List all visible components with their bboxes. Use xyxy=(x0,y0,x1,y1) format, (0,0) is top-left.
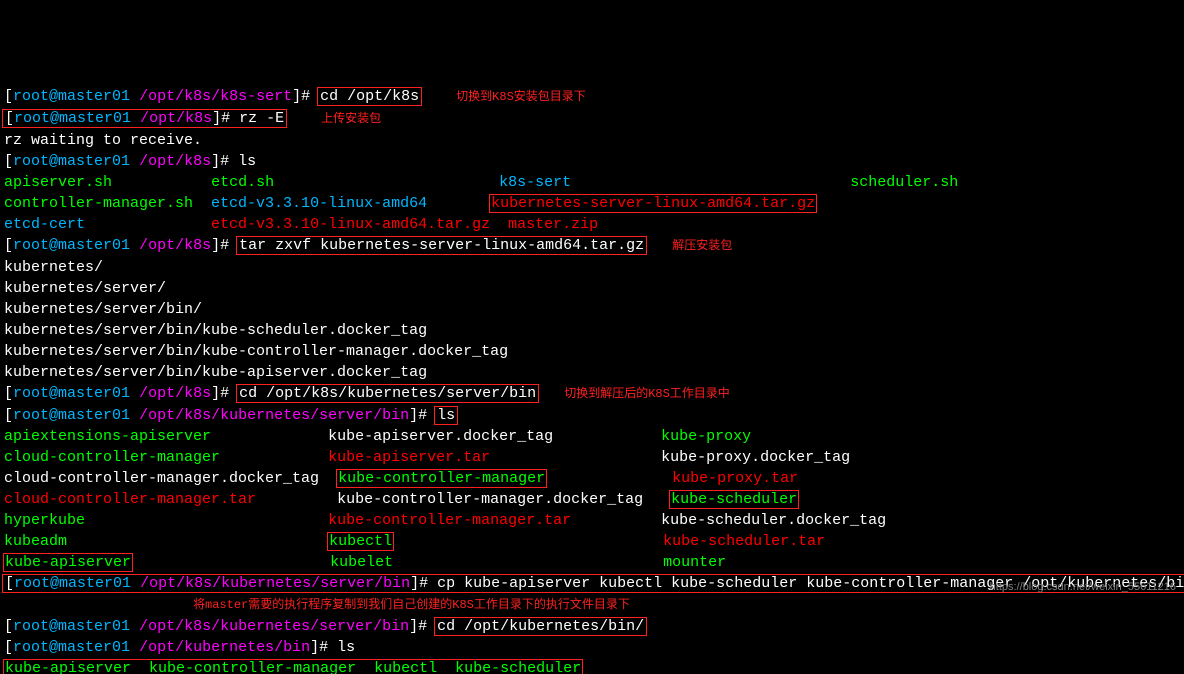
close-bracket: ]# xyxy=(292,88,310,105)
path: /opt/k8s/kubernetes/server/bin xyxy=(140,575,410,592)
filebox-kcm: kube-controller-manager xyxy=(336,469,547,488)
file: kube-proxy.docker_tag xyxy=(661,449,850,466)
dir: k8s-sert xyxy=(499,174,571,191)
annot-3: 解压安装包 xyxy=(672,239,732,253)
filebox-kubernetes-tgz: kubernetes-server-linux-amd64.tar.gz xyxy=(489,194,817,213)
file: apiserver.sh xyxy=(4,174,112,191)
tar-out: kubernetes/server/bin/kube-controller-ma… xyxy=(4,343,508,360)
path: /opt/k8s xyxy=(139,153,211,170)
cmd-rz: rz -E xyxy=(239,110,284,127)
close-bracket: ]# xyxy=(409,407,427,424)
cmd-ls2: ls xyxy=(434,406,458,425)
bracket: [ xyxy=(4,407,13,424)
annot-5: 将master需要的执行程序复制到我们自己创建的K8S工作目录下的执行文件目录下 xyxy=(193,598,630,612)
bracket: [ xyxy=(5,575,14,592)
userhost: root@master01 xyxy=(13,618,130,635)
filebox-final: kube-apiserver kube-controller-manager k… xyxy=(3,659,583,674)
annot-4: 切换到解压后的K8S工作目录中 xyxy=(564,387,730,401)
file: cloud-controller-manager xyxy=(4,449,220,466)
file: hyperkube xyxy=(4,512,85,529)
file: apiextensions-apiserver xyxy=(4,428,211,445)
path: /opt/k8s xyxy=(139,385,211,402)
path: /opt/k8s/kubernetes/server/bin xyxy=(139,618,409,635)
path: /opt/k8s/kubernetes/server/bin xyxy=(139,407,409,424)
watermark: https://blog.csdn.net/weixin_55611216 xyxy=(990,577,1176,598)
bracket: [ xyxy=(4,237,13,254)
cmd-tar: tar zxvf kubernetes-server-linux-amd64.t… xyxy=(236,236,647,255)
path: /opt/k8s xyxy=(139,237,211,254)
bracket: [ xyxy=(4,618,13,635)
bracket: [ xyxy=(5,110,14,127)
file: master.zip xyxy=(508,216,598,233)
file: kube-apiserver.docker_tag xyxy=(328,428,553,445)
rz-wait: rz waiting to receive. xyxy=(4,132,202,149)
path: /opt/kubernetes/bin xyxy=(139,639,310,656)
bracket: [ xyxy=(4,153,13,170)
file: kube-scheduler xyxy=(671,491,797,508)
file: kubectl xyxy=(329,533,392,550)
file: kube-apiserver xyxy=(5,554,131,571)
tar-out: kubernetes/server/bin/ xyxy=(4,301,202,318)
dir: etcd-cert xyxy=(4,216,85,233)
file: controller-manager.sh xyxy=(4,195,193,212)
file: kube-controller-manager xyxy=(338,470,545,487)
annot-1: 切换到K8S安装包目录下 xyxy=(456,90,586,104)
file: kubectl xyxy=(374,660,437,674)
bracket: [ xyxy=(4,88,13,105)
cmd-cd-k8s: cd /opt/k8s xyxy=(317,87,422,106)
close-bracket: ]# xyxy=(409,618,427,635)
annot-2: 上传安装包 xyxy=(321,112,381,126)
cmd-ls: ls xyxy=(238,153,256,170)
close-bracket: ]# xyxy=(212,110,230,127)
file: scheduler.sh xyxy=(850,174,958,191)
userhost: root@master01 xyxy=(13,385,130,402)
filebox-apiserver: kube-apiserver xyxy=(3,553,133,572)
userhost: root@master01 xyxy=(13,237,130,254)
close-bracket: ]# xyxy=(211,237,229,254)
path: /opt/k8s/k8s-sert xyxy=(139,88,292,105)
file: kube-scheduler.tar xyxy=(663,533,825,550)
file: kube-controller-manager.tar xyxy=(328,512,571,529)
file: kube-controller-manager.docker_tag xyxy=(337,491,643,508)
file: kube-scheduler.docker_tag xyxy=(661,512,886,529)
tar-out: kubernetes/ xyxy=(4,259,103,276)
tar-out: kubernetes/server/ xyxy=(4,280,166,297)
close-bracket: ]# xyxy=(211,385,229,402)
file: kube-controller-manager xyxy=(149,660,356,674)
bracket: [ xyxy=(4,385,13,402)
close-bracket: ]# xyxy=(410,575,428,592)
cmd-ls3: ls xyxy=(337,639,355,656)
cmd-cd-kbin: cd /opt/kubernetes/bin/ xyxy=(434,617,647,636)
filebox-kubectl: kubectl xyxy=(327,532,394,551)
file: kube-proxy xyxy=(661,428,751,445)
close-bracket: ]# xyxy=(211,153,229,170)
line-rz: [root@master01 /opt/k8s]# rz -E xyxy=(2,109,287,128)
path: /opt/k8s xyxy=(140,110,212,127)
close-bracket: ]# xyxy=(310,639,328,656)
file: etcd.sh xyxy=(211,174,274,191)
file: mounter xyxy=(663,554,726,571)
bracket: [ xyxy=(4,639,13,656)
tar-out: kubernetes/server/bin/kube-scheduler.doc… xyxy=(4,322,427,339)
file: kubernetes-server-linux-amd64.tar.gz xyxy=(491,195,815,212)
cmd-cd-bin: cd /opt/k8s/kubernetes/server/bin xyxy=(236,384,539,403)
file: kube-scheduler xyxy=(455,660,581,674)
tar-out: kubernetes/server/bin/kube-apiserver.doc… xyxy=(4,364,427,381)
dir: etcd-v3.3.10-linux-amd64 xyxy=(211,195,427,212)
file: kube-apiserver xyxy=(5,660,131,674)
userhost: root@master01 xyxy=(13,153,130,170)
file: kube-proxy.tar xyxy=(672,470,798,487)
userhost: root@master01 xyxy=(14,110,131,127)
file: kubeadm xyxy=(4,533,67,550)
userhost: root@master01 xyxy=(13,639,130,656)
file: kubelet xyxy=(330,554,393,571)
file: cloud-controller-manager.tar xyxy=(4,491,256,508)
userhost: root@master01 xyxy=(14,575,131,592)
filebox-sched: kube-scheduler xyxy=(669,490,799,509)
userhost: root@master01 xyxy=(13,407,130,424)
file: cloud-controller-manager.docker_tag xyxy=(4,470,319,487)
userhost: root@master01 xyxy=(13,88,130,105)
file: kube-apiserver.tar xyxy=(328,449,490,466)
file: etcd-v3.3.10-linux-amd64.tar.gz xyxy=(211,216,490,233)
